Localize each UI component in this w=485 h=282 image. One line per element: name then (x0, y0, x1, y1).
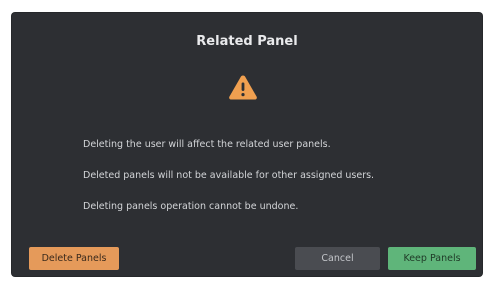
message-cannot-undo: Deleting panels operation cannot be undo… (83, 201, 299, 212)
cancel-button[interactable]: Cancel (295, 247, 380, 270)
message-affect-related-panels: Deleting the user will affect the relate… (83, 139, 331, 150)
message-panels-unavailable: Deleted panels will not be available for… (83, 170, 375, 181)
message-list: Deleting the user will affect the relate… (83, 137, 473, 230)
page-background: Related Panel Deleting the user will aff… (0, 0, 485, 282)
warning-icon (228, 74, 258, 101)
related-panel-dialog: Related Panel Deleting the user will aff… (12, 13, 482, 276)
keep-panels-button[interactable]: Keep Panels (388, 247, 476, 270)
dialog-title: Related Panel (196, 34, 298, 49)
delete-panels-button[interactable]: Delete Panels (29, 247, 119, 270)
